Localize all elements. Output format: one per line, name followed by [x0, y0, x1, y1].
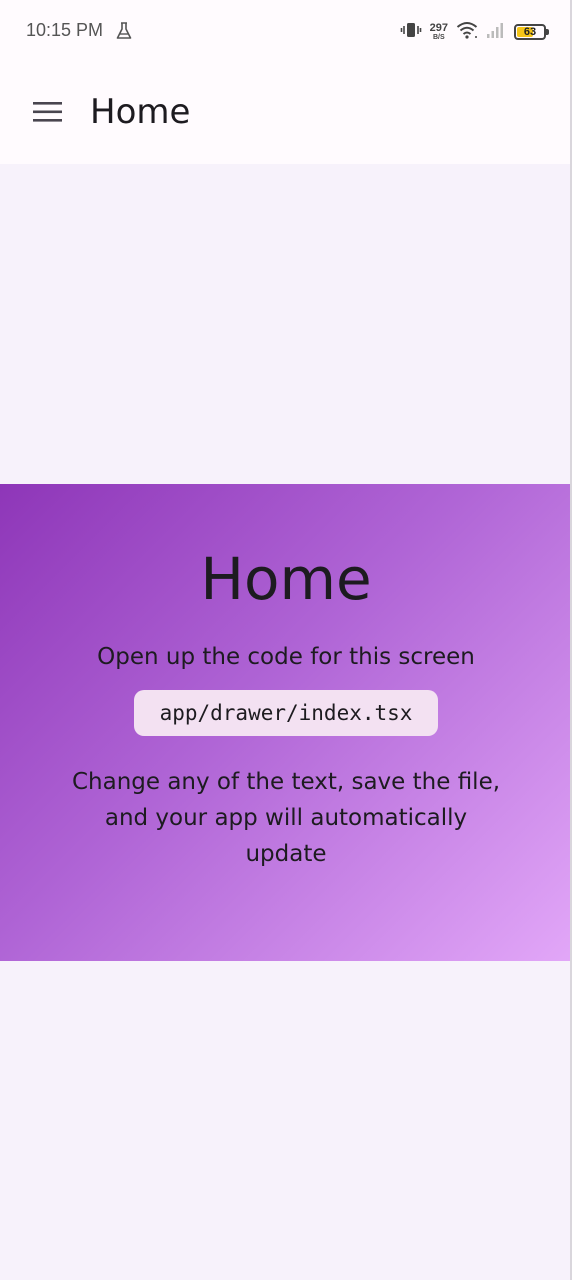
status-time: 10:15 PM [26, 20, 104, 40]
signal-icon [486, 21, 504, 43]
vibrate-icon [400, 21, 422, 43]
menu-button[interactable] [22, 90, 74, 138]
home-content-card: Home Open up the code for this screen ap… [0, 484, 572, 961]
battery-level: 63 [523, 26, 537, 38]
flask-icon [116, 22, 132, 40]
status-icons: 297 B/S 63 [400, 20, 549, 44]
battery-icon: 63 [514, 24, 549, 40]
wifi-icon [456, 21, 478, 43]
network-speed-value: 297 [429, 22, 448, 34]
content-title: Home [200, 545, 372, 613]
app-header: Home [0, 64, 572, 164]
header-title: Home [90, 92, 191, 132]
hamburger-menu-icon [33, 101, 63, 127]
code-path-chip: app/drawer/index.tsx [133, 690, 439, 736]
content-body: Change any of the text, save the file, a… [71, 769, 501, 867]
status-bar: 10:15 PM 297 B/S 63 [0, 0, 572, 64]
network-speed: 297 B/S [429, 22, 448, 42]
content-subtitle: Open up the code for this screen [97, 644, 475, 670]
network-speed-unit: B/S [432, 34, 445, 41]
